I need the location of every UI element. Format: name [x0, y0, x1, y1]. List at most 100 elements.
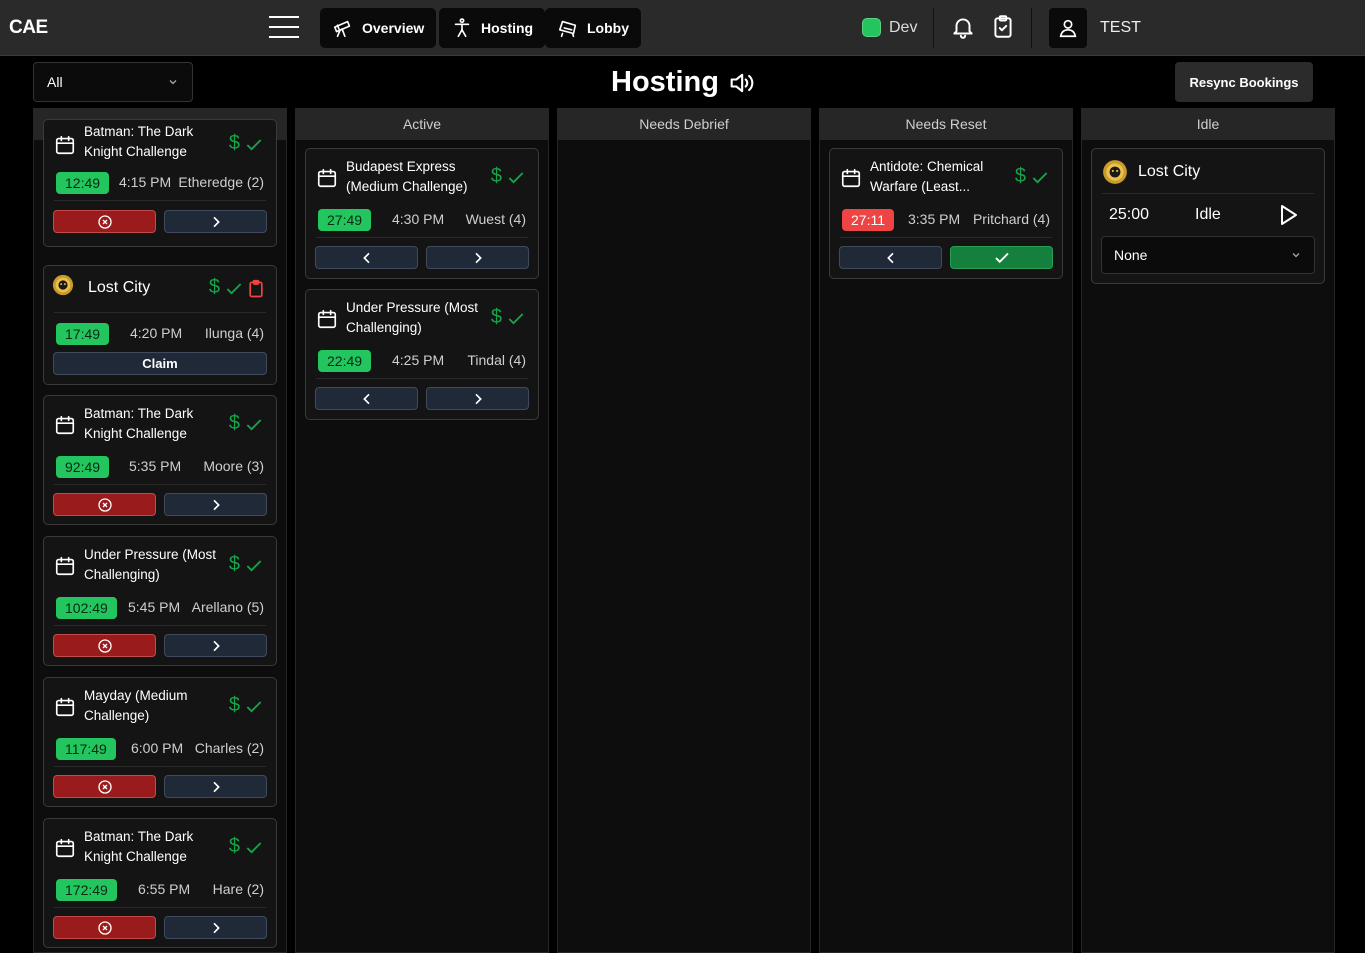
divider	[840, 237, 1052, 238]
checkmark-icon	[508, 313, 524, 325]
user-avatar-button[interactable]	[1049, 8, 1087, 48]
host-name: Moore (3)	[203, 458, 264, 474]
booking-select-value: None	[1114, 247, 1148, 263]
countdown-timer: 22:49	[318, 350, 372, 372]
nav-lobby-label: Lobby	[587, 20, 629, 36]
divider	[54, 625, 266, 626]
back-button[interactable]	[315, 387, 418, 410]
person-icon	[454, 18, 470, 38]
paid-dollar-icon: $	[228, 694, 240, 716]
divider	[54, 766, 266, 767]
x-circle-icon	[97, 920, 112, 935]
menu-icon[interactable]	[269, 16, 299, 40]
booking-title: Batman: The Dark Knight Challenge	[84, 124, 194, 159]
clipboard-check-icon[interactable]	[990, 14, 1016, 40]
booking-card[interactable]: Lost City $ 17:49 4:20 PM Ilunga (4) Cla…	[43, 265, 277, 385]
column-header: Needs Debrief	[558, 109, 810, 140]
sofa-icon	[558, 20, 577, 38]
cancel-button[interactable]	[53, 210, 156, 233]
user-icon	[1059, 19, 1077, 38]
advance-button[interactable]	[164, 493, 267, 516]
environment-indicator[interactable]: Dev	[862, 18, 917, 37]
booking-title: Lost City	[88, 279, 151, 296]
username[interactable]: TEST	[1100, 19, 1141, 37]
calendar-icon	[55, 415, 75, 435]
host-name: Wuest (4)	[465, 211, 526, 227]
bell-icon[interactable]	[950, 14, 976, 40]
countdown-timer: 27:49	[318, 209, 372, 231]
booking-title: Mayday (Medium Challenge)	[84, 688, 188, 723]
lost-city-logo-icon	[1103, 160, 1127, 184]
advance-button[interactable]	[164, 210, 267, 233]
booking-card[interactable]: Mayday (Medium Challenge) $ 117:49 6:00 …	[43, 677, 277, 807]
booking-title: Batman: The Dark Knight Challenge	[84, 406, 194, 441]
calendar-icon	[55, 556, 75, 576]
booking-title: Under Pressure (Most Challenging)	[84, 547, 217, 582]
nav-overview-button[interactable]: Overview	[320, 8, 437, 48]
divider	[54, 907, 266, 908]
checkmark-icon	[246, 419, 262, 431]
nav-hosting-button[interactable]: Hosting	[439, 8, 546, 48]
confirm-reset-button[interactable]	[950, 246, 1053, 269]
paid-dollar-icon: $	[228, 132, 240, 154]
environment-label: Dev	[889, 18, 918, 36]
speaker-icon[interactable]	[727, 69, 755, 97]
checkmark-icon	[246, 701, 262, 713]
booking-card[interactable]: Batman: The Dark Knight Challenge $ 172:…	[43, 818, 277, 948]
nav-lobby-button[interactable]: Lobby	[545, 8, 641, 48]
telescope-icon	[333, 20, 351, 38]
play-icon[interactable]	[1276, 203, 1300, 227]
divider	[54, 200, 266, 201]
chevron-left-icon	[362, 252, 370, 263]
host-name: Etheredge (2)	[178, 174, 264, 190]
start-time: 3:35 PM	[908, 211, 961, 227]
advance-button[interactable]	[164, 775, 267, 798]
divider	[1102, 193, 1314, 194]
booking-select[interactable]: None	[1101, 236, 1315, 274]
host-name: Pritchard (4)	[972, 211, 1050, 227]
x-circle-icon	[97, 779, 112, 794]
column-header: Needs Reset	[820, 109, 1072, 140]
countdown-timer: 172:49	[56, 879, 117, 901]
booking-card[interactable]: Under Pressure (Most Challenging) $ 102:…	[43, 536, 277, 666]
cancel-button[interactable]	[53, 634, 156, 657]
booking-title: Budapest Express (Medium Challenge)	[346, 159, 468, 194]
cancel-button[interactable]	[53, 916, 156, 939]
claim-button[interactable]: Claim	[53, 352, 267, 375]
filter-select[interactable]: All	[33, 62, 193, 102]
booking-card[interactable]: Batman: The Dark Knight Challenge $ 92:4…	[43, 395, 277, 525]
start-time: 6:00 PM	[131, 740, 184, 756]
back-button[interactable]	[839, 246, 942, 269]
advance-button[interactable]	[426, 387, 529, 410]
booking-card[interactable]: Under Pressure (Most Challenging) $ 22:4…	[305, 289, 539, 420]
start-time: 5:35 PM	[129, 458, 182, 474]
column-header: Idle	[1082, 109, 1334, 140]
chevron-left-icon	[886, 252, 894, 263]
host-name: Tindal (4)	[467, 352, 526, 368]
back-button[interactable]	[315, 246, 418, 269]
column-active: Active Budapest Express (Medium Challeng…	[295, 108, 549, 953]
lost-city-logo-icon	[52, 274, 74, 296]
advance-button[interactable]	[164, 916, 267, 939]
cancel-button[interactable]	[53, 493, 156, 516]
divider	[54, 312, 266, 313]
room-card[interactable]: Lost City 25:00 Idle None	[1091, 148, 1325, 284]
resync-bookings-button[interactable]: Resync Bookings	[1175, 62, 1313, 102]
cancel-button[interactable]	[53, 775, 156, 798]
divider	[316, 237, 528, 238]
page-title: Hosting	[611, 66, 755, 99]
booking-card[interactable]: Antidote: Chemical Warfare (Least... $ 2…	[829, 148, 1063, 279]
chevron-right-icon	[474, 393, 482, 404]
advance-button[interactable]	[164, 634, 267, 657]
app-brand[interactable]: CAE	[9, 17, 48, 39]
start-time: 4:30 PM	[392, 211, 445, 227]
host-name: Ilunga (4)	[204, 325, 264, 341]
x-circle-icon	[97, 214, 112, 229]
top-navbar: CAE Overview Hosting Lobby Dev TEST	[0, 0, 1365, 56]
chevron-right-icon	[212, 216, 220, 227]
booking-card[interactable]: Budapest Express (Medium Challenge) $ 27…	[305, 148, 539, 279]
booking-card[interactable]: Batman: The Dark Knight Challenge $ 12:4…	[43, 119, 277, 247]
advance-button[interactable]	[426, 246, 529, 269]
chevron-right-icon	[212, 922, 220, 933]
chevron-right-icon	[474, 252, 482, 263]
